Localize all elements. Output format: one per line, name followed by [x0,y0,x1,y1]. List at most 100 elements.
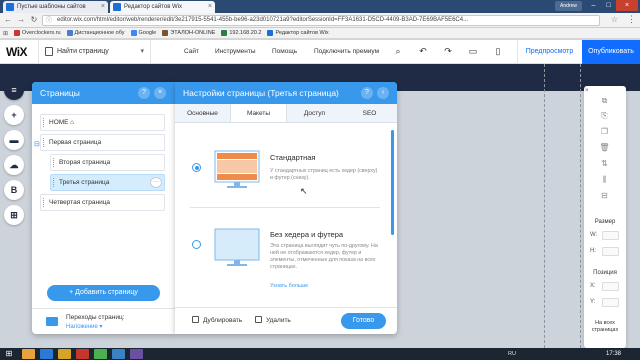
app-icon[interactable] [130,349,143,359]
show-on-all-pages-toggle[interactable]: На всех страницах [584,320,626,334]
close-icon[interactable]: × [585,87,593,95]
tab-general[interactable]: Основные [175,104,230,122]
duplicate-icon[interactable]: ❐ [599,127,610,137]
minimize-icon[interactable]: – [586,0,601,11]
preview-button[interactable]: Предпросмотр [517,40,581,63]
y-input[interactable] [602,298,619,307]
bookmark-item[interactable]: Google [130,30,156,36]
distribute-icon[interactable]: ⊟ [599,191,610,201]
back-arrow-icon[interactable]: ← [3,15,13,25]
ie-icon[interactable] [40,349,53,359]
menu-tools[interactable]: Инструменты [215,40,256,63]
tab-seo[interactable]: SEO [342,104,397,122]
menu-help[interactable]: Помощь [272,40,297,63]
redo-icon[interactable]: ↷ [443,46,453,56]
page-item-fourth[interactable]: Четвертая страница [40,194,165,211]
pages-menu-icon[interactable]: ≡ [4,80,24,100]
undo-icon[interactable]: ↶ [418,46,428,56]
blog-icon[interactable]: B [4,180,24,200]
page-item-home[interactable]: HOME ⌂ [40,114,165,131]
close-icon[interactable]: × [154,87,166,99]
align-icon[interactable]: ⫼ [599,175,610,185]
desktop-view-icon[interactable]: ▭ [468,46,478,56]
drag-handle-icon[interactable] [43,198,45,207]
help-icon[interactable]: ? [138,87,150,99]
add-page-button[interactable]: + Добавить страницу [47,285,160,301]
app-market-icon[interactable]: ⊞ [4,205,24,225]
delete-button[interactable]: Удалить [255,316,291,324]
browser-user-chip[interactable]: Andrew [555,1,582,11]
learn-more-link[interactable]: Узнать больше [270,283,308,289]
more-options-icon[interactable]: ··· [150,177,162,188]
help-icon[interactable]: ? [361,87,373,99]
layout-radio[interactable] [192,163,201,172]
bookmark-item[interactable]: 192.168.20.2 [221,30,261,36]
chevron-down-icon: ▾ [140,48,144,55]
window-close-icon[interactable]: × [616,0,638,11]
zoom-icon[interactable]: ⌕ [393,46,403,56]
page-item-first[interactable]: Первая страница [40,134,165,151]
apps-icon[interactable]: ⊞ [3,30,8,37]
bookmark-star-icon[interactable]: ☆ [611,15,618,24]
mobile-view-icon[interactable]: ▯ [493,46,503,56]
drag-handle-icon[interactable] [43,138,45,147]
publish-button[interactable]: Опубликовать [582,40,640,64]
url-input[interactable]: ⓘ editor.wix.com/html/editor/web/rendere… [42,15,600,26]
upload-icon[interactable]: ☁ [4,155,24,175]
page-item-label: Третья страница [59,179,110,186]
transitions-dropdown[interactable]: Наложение ▾ [66,323,103,330]
page-item-second[interactable]: Вторая страница [50,154,165,171]
add-element-icon[interactable]: + [4,105,24,125]
layout-radio[interactable] [192,240,201,249]
paste-icon[interactable]: ⎘ [599,111,610,121]
settings-tabs: Основные Макеты Доступ SEO [175,104,397,123]
layout-description: Эта страница выглядит чуть по-другому. Н… [270,243,378,270]
page-selector[interactable]: Найти страницу ▾ [38,40,151,63]
scrollbar[interactable] [391,130,394,235]
collapse-icon[interactable]: ⊟ [34,140,40,148]
arrange-icon[interactable]: ⇅ [599,159,610,169]
bookmark-item[interactable]: ЭТАЛОН-ONLINE [162,30,215,36]
menu-upgrade[interactable]: Подключить премиум [314,40,379,63]
browser-tab[interactable]: Пустые шаблоны сайтов × [3,1,108,13]
windows-start-icon[interactable]: ⊞ [3,349,15,359]
bookmark-item[interactable]: Редактор сайтов Wix [267,30,329,36]
x-input[interactable] [602,282,619,291]
delete-icon[interactable]: 🗑 [599,143,610,153]
page-item-third[interactable]: Третья страница ··· [50,174,165,191]
copy-icon[interactable]: ⧉ [599,96,610,106]
background-icon[interactable]: ▬ [4,130,24,150]
tab-layouts[interactable]: Макеты [230,104,287,122]
height-input[interactable] [602,247,619,256]
bookmark-item[interactable]: Дистанционное обу [66,30,125,36]
bookmark-label: Overclockers.ru [22,30,61,36]
width-input[interactable] [602,231,619,240]
word-icon[interactable] [112,349,125,359]
maximize-icon[interactable]: □ [601,0,616,11]
tab-permissions[interactable]: Доступ [287,104,342,122]
bookmark-favicon-icon [221,30,228,36]
size-label: Размер [594,219,616,225]
left-toolbar: ≡ + ▬ ☁ B ⊞ [4,80,26,225]
drag-handle-icon[interactable] [53,158,55,167]
media-icon[interactable] [76,349,89,359]
pages-panel-footer: Переходы страниц: Наложение ▾ [32,308,175,334]
done-button[interactable]: Готово [341,313,386,329]
chrome-icon[interactable] [94,349,107,359]
bookmark-item[interactable]: Overclockers.ru [14,30,61,36]
duplicate-button[interactable]: Дублировать [192,316,242,324]
browser-tab-active[interactable]: Редактор сайтов Wix × [110,1,215,13]
drag-handle-icon[interactable] [43,118,45,127]
folder-icon[interactable] [58,349,71,359]
forward-arrow-icon[interactable]: → [16,15,26,25]
back-icon[interactable]: ‹ [377,87,389,99]
close-icon[interactable]: × [208,1,212,13]
reload-icon[interactable]: ↻ [29,15,39,25]
explorer-icon[interactable] [22,349,35,359]
browser-menu-icon[interactable]: ⋮ [627,14,636,25]
bookmark-favicon-icon [130,30,137,36]
drag-handle-icon[interactable] [53,178,55,187]
language-indicator[interactable]: RU [508,349,516,359]
close-icon[interactable]: × [101,1,105,13]
menu-site[interactable]: Сайт [184,40,199,63]
